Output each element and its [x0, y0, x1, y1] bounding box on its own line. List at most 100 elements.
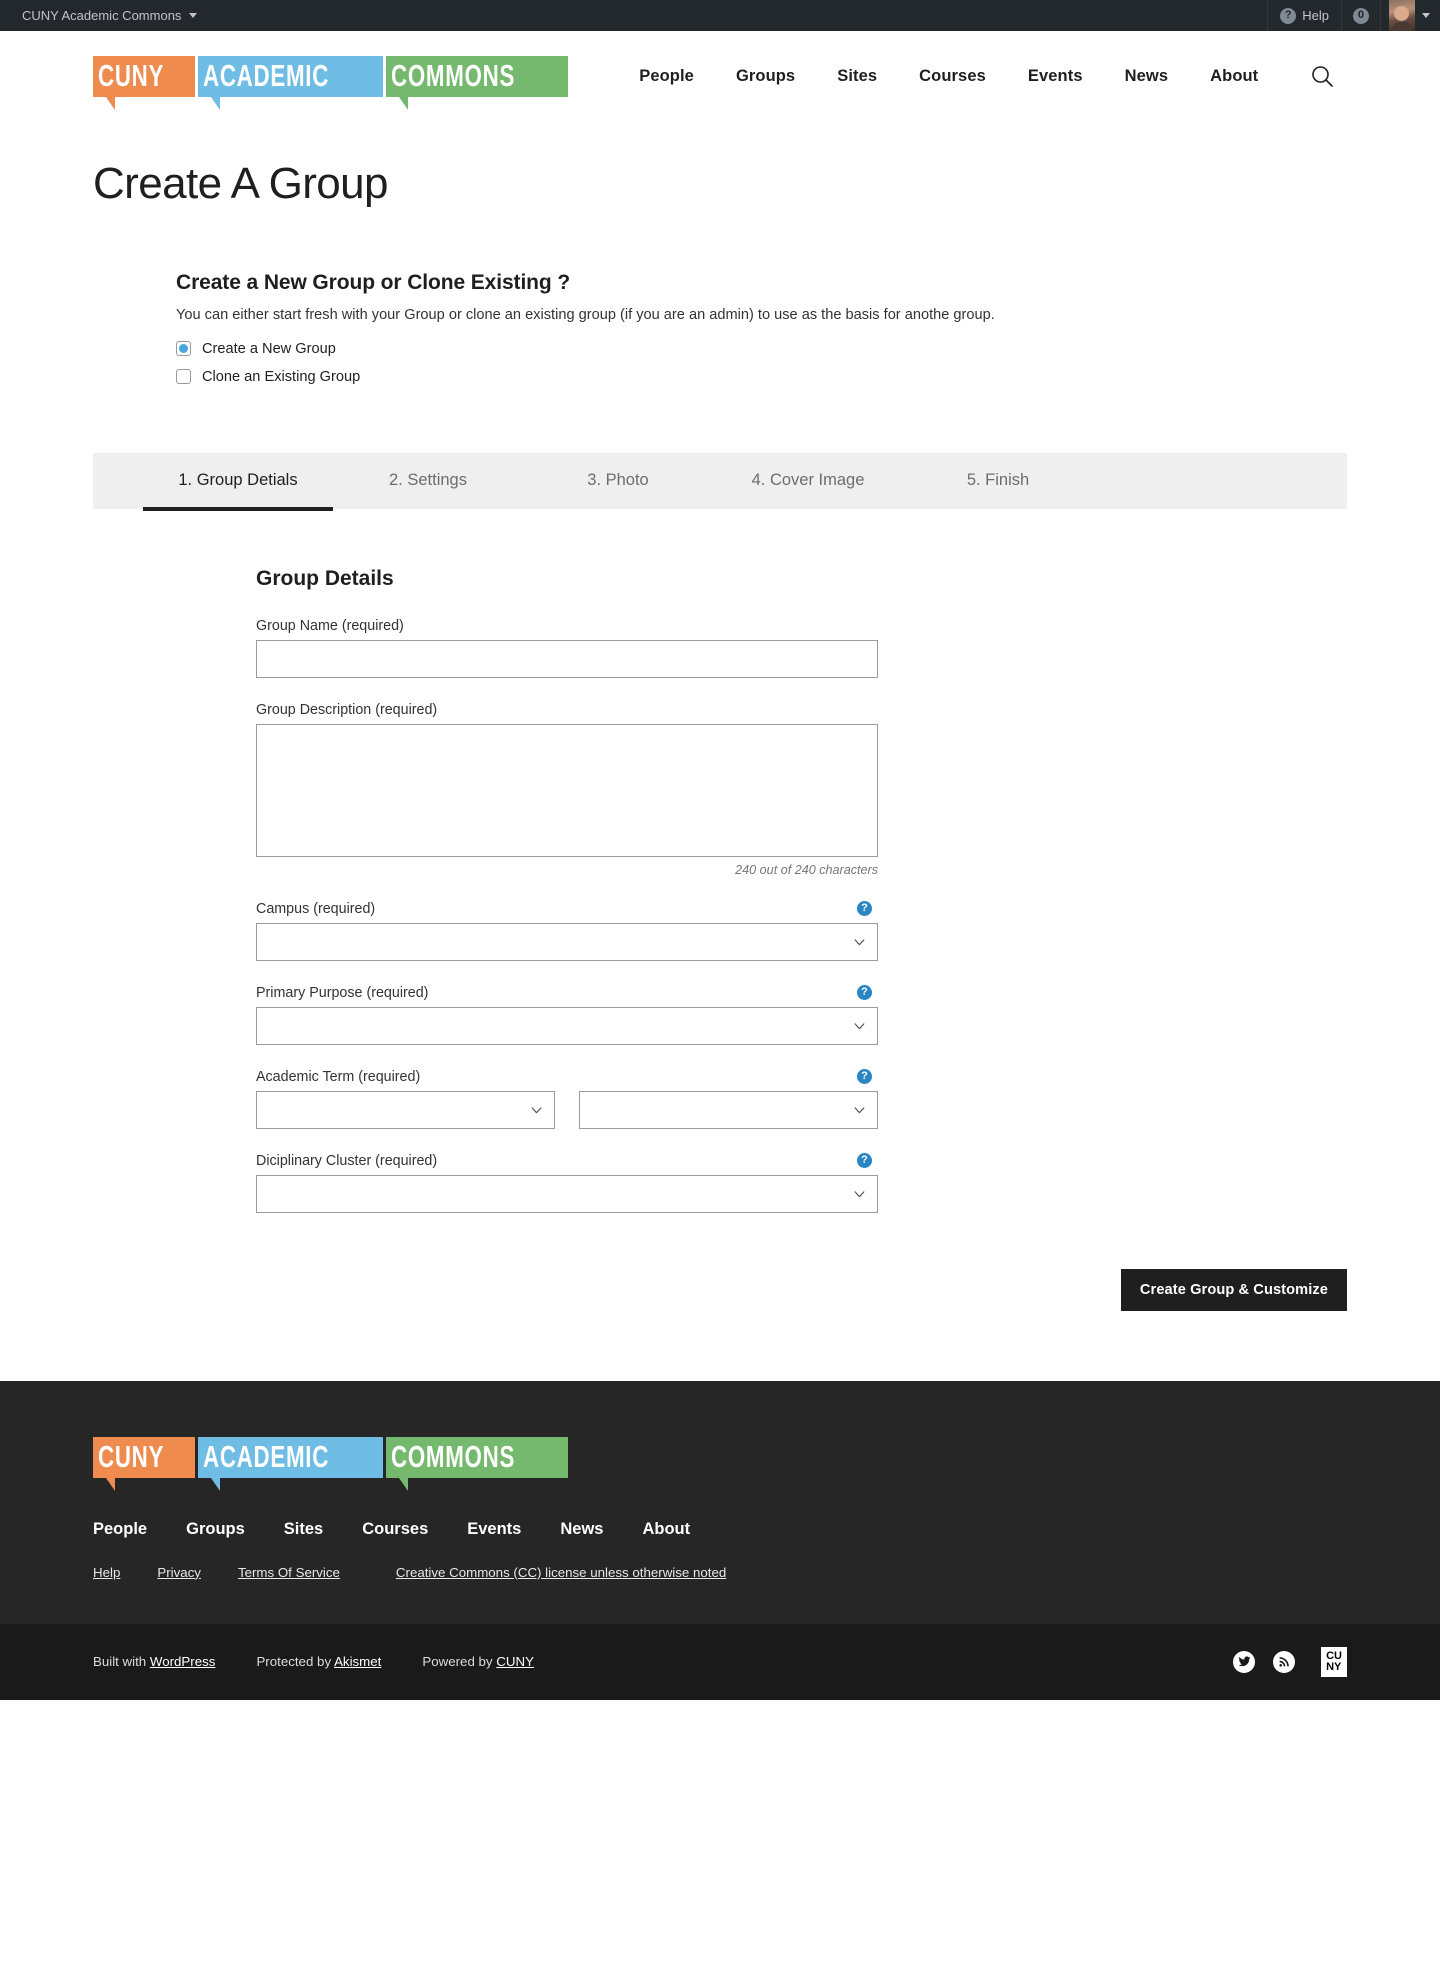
- create-group-button[interactable]: Create Group & Customize: [1120, 1268, 1347, 1311]
- chevron-down-icon: [189, 13, 198, 18]
- adminbar-help-button[interactable]: ? Help: [1268, 0, 1341, 31]
- radio-label: Clone an Existing Group: [202, 368, 361, 385]
- footer-logo[interactable]: CUNY ACADEMIC COMMONS: [93, 1436, 1347, 1491]
- question-circle-icon: ?: [1280, 7, 1297, 24]
- credit-wordpress-link[interactable]: WordPress: [150, 1654, 216, 1669]
- field-campus: ? Campus (required): [256, 900, 878, 961]
- credit-akismet: Protected by Akismet: [256, 1654, 381, 1669]
- credit-cuny-prefix: Powered by: [422, 1654, 497, 1670]
- site-header: CUNY ACADEMIC COMMONS People Groups Site…: [0, 31, 1440, 121]
- nav-item-news[interactable]: News: [1104, 67, 1190, 86]
- tab-settings[interactable]: 2. Settings: [333, 453, 523, 509]
- footer-link-terms-of-service[interactable]: Terms Of Service: [238, 1565, 340, 1580]
- logo-block-commons: COMMONS: [385, 55, 569, 110]
- footer-link-help[interactable]: Help: [93, 1565, 120, 1580]
- admin-bar-right: ? Help 0: [1267, 0, 1440, 31]
- footer-legal-links: Help Privacy Terms Of Service Creative C…: [93, 1565, 1347, 1624]
- credit-wordpress-prefix: Built with: [93, 1654, 150, 1670]
- nav-item-courses[interactable]: Courses: [898, 67, 1007, 86]
- campus-select[interactable]: [256, 922, 878, 961]
- credit-akismet-link[interactable]: Akismet: [334, 1654, 381, 1669]
- footer-nav-about[interactable]: About: [642, 1520, 690, 1539]
- group-description-textarea[interactable]: [256, 723, 878, 857]
- adminbar-site-name-label: CUNY Academic Commons: [22, 8, 182, 23]
- footer-link-privacy[interactable]: Privacy: [157, 1565, 201, 1580]
- site-logo[interactable]: CUNY ACADEMIC COMMONS: [93, 55, 571, 110]
- search-icon: [1312, 66, 1334, 87]
- primary-purpose-select-wrap: [256, 1006, 878, 1045]
- logo-block-academic: ACADEMIC: [197, 1436, 383, 1491]
- footer-social: CU NY: [1233, 1646, 1347, 1677]
- group-name-input[interactable]: [256, 639, 878, 678]
- adminbar-account-menu[interactable]: [1381, 0, 1440, 31]
- tab-cover-image[interactable]: 4. Cover Image: [713, 453, 903, 509]
- campus-select-wrap: [256, 922, 878, 961]
- footer-link-creative-commons[interactable]: Creative Commons (CC) license unless oth…: [396, 1565, 726, 1580]
- radio-create-new-group[interactable]: Create a New Group: [176, 341, 1347, 357]
- tab-photo[interactable]: 3. Photo: [523, 453, 713, 509]
- footer-nav-news[interactable]: News: [560, 1520, 603, 1539]
- footer-nav-courses[interactable]: Courses: [362, 1520, 428, 1539]
- clone-section-description: You can either start fresh with your Gro…: [176, 307, 995, 323]
- radio-indicator-unchecked[interactable]: [176, 369, 191, 385]
- nav-item-sites[interactable]: Sites: [816, 67, 898, 86]
- footer-bottom-bar: Built with WordPress Protected by Akisme…: [0, 1623, 1440, 1700]
- help-circle-icon[interactable]: ?: [857, 1152, 872, 1168]
- footer-credits: Built with WordPress Protected by Akisme…: [93, 1654, 534, 1669]
- admin-bar-left: CUNY Academic Commons: [0, 0, 207, 31]
- tab-finish[interactable]: 5. Finish: [903, 453, 1093, 509]
- nav-item-people[interactable]: People: [618, 67, 715, 86]
- page-title: Create A Group: [93, 159, 389, 208]
- admin-bar: CUNY Academic Commons ? Help 0: [0, 0, 1440, 31]
- field-primary-purpose: ? Primary Purpose (required): [256, 984, 878, 1045]
- help-circle-icon[interactable]: ?: [857, 984, 872, 1000]
- site-footer: CUNY ACADEMIC COMMONS People Groups Site…: [0, 1380, 1440, 1700]
- nav-item-about[interactable]: About: [1189, 67, 1279, 86]
- nav-item-groups[interactable]: Groups: [715, 67, 816, 86]
- diciplinary-cluster-select-wrap: [256, 1174, 878, 1213]
- footer-nav-people[interactable]: People: [93, 1520, 147, 1539]
- character-counter: 240 out of 240 characters: [735, 862, 878, 877]
- tab-group-details[interactable]: 1. Group Detials: [143, 453, 333, 511]
- radio-label: Create a New Group: [202, 340, 336, 357]
- form-title: Group Details: [256, 566, 394, 590]
- radio-indicator-checked[interactable]: [176, 341, 191, 357]
- field-academic-term: ? Academic Term (required): [256, 1068, 878, 1129]
- field-label-group-description: Group Description (required): [256, 701, 438, 718]
- footer-nav-events[interactable]: Events: [467, 1520, 521, 1539]
- footer-nav-sites[interactable]: Sites: [284, 1520, 323, 1539]
- rss-button[interactable]: [1273, 1650, 1296, 1673]
- nav-item-events[interactable]: Events: [1007, 67, 1104, 86]
- academic-term-select[interactable]: [256, 1090, 555, 1129]
- adminbar-help-label: Help: [1302, 8, 1329, 23]
- footer-navigation: People Groups Sites Courses Events News …: [93, 1520, 1347, 1539]
- primary-purpose-select[interactable]: [256, 1006, 878, 1045]
- main-content: Create a New Group or Clone Existing ? Y…: [0, 209, 1440, 1381]
- field-diciplinary-cluster: ? Diciplinary Cluster (required): [256, 1152, 878, 1213]
- academic-term-select-wrap: [256, 1090, 555, 1129]
- radio-clone-existing-group[interactable]: Clone an Existing Group: [176, 369, 1347, 385]
- chevron-down-icon: [1422, 13, 1430, 18]
- help-circle-icon[interactable]: ?: [857, 1068, 872, 1084]
- search-button[interactable]: [1309, 63, 1335, 89]
- cuny-logo-mark: CU NY: [1321, 1646, 1347, 1677]
- footer-nav-groups[interactable]: Groups: [186, 1520, 245, 1539]
- credit-cuny-link[interactable]: CUNY: [496, 1654, 534, 1669]
- avatar: [1389, 0, 1415, 31]
- rss-icon: [1279, 1657, 1289, 1667]
- group-details-form: Group Details Group Name (required) Grou…: [93, 509, 1347, 1311]
- adminbar-site-name[interactable]: CUNY Academic Commons: [12, 0, 207, 31]
- help-circle-icon[interactable]: ?: [857, 900, 872, 916]
- academic-year-select[interactable]: [579, 1090, 878, 1129]
- cuny-logo-line2: NY: [1326, 1660, 1342, 1673]
- wizard-tabs: 1. Group Detials 2. Settings 3. Photo 4.…: [93, 452, 1347, 511]
- adminbar-notification-count[interactable]: 0: [1342, 0, 1380, 31]
- diciplinary-cluster-select[interactable]: [256, 1174, 878, 1213]
- submit-row: Create Group & Customize: [256, 1237, 1347, 1311]
- logo-block-commons: COMMONS: [385, 1436, 569, 1491]
- main-navigation: People Groups Sites Courses Events News …: [618, 67, 1279, 86]
- field-group-description: Group Description (required) 240 out of …: [256, 702, 878, 877]
- notification-count-badge: 0: [1353, 7, 1369, 24]
- twitter-button[interactable]: [1233, 1650, 1256, 1673]
